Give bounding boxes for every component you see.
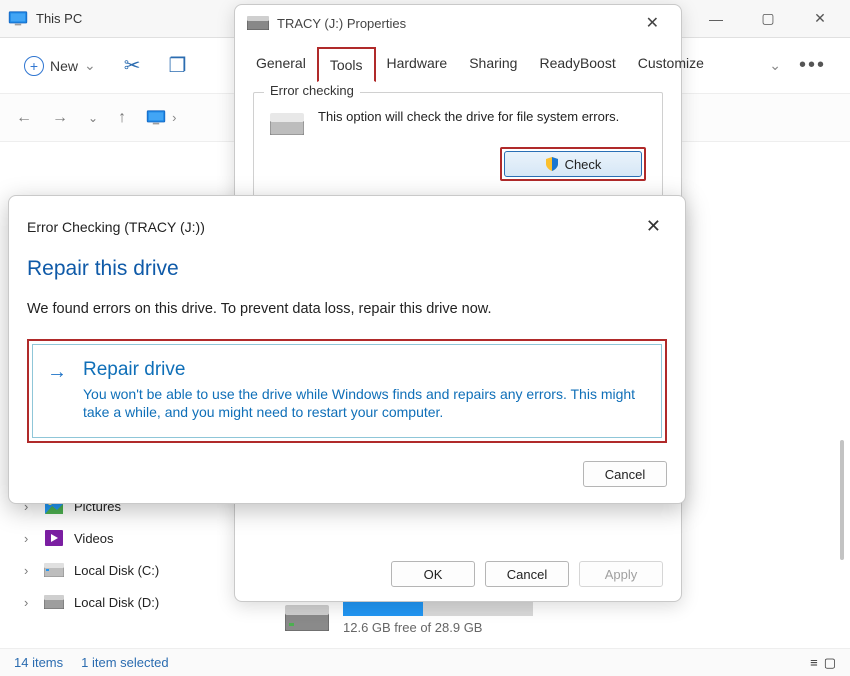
drive-free-text: 12.6 GB free of 28.9 GB	[343, 620, 533, 635]
error-checking-dialog: Error Checking (TRACY (J:)) ✕ Repair thi…	[8, 195, 686, 504]
group-label: Error checking	[264, 83, 360, 98]
back-button[interactable]: ←	[16, 109, 32, 127]
this-pc-icon	[8, 11, 28, 27]
drive-icon	[44, 562, 64, 578]
error-dialog-heading: Repair this drive	[27, 257, 667, 281]
shield-icon	[545, 157, 559, 171]
status-selected: 1 item selected	[81, 655, 168, 670]
close-button[interactable]: ✕	[640, 210, 667, 243]
tab-tools[interactable]: Tools	[317, 47, 376, 82]
tab-sharing[interactable]: Sharing	[458, 47, 528, 82]
address-pc-icon	[146, 110, 166, 126]
drive-list-item[interactable]: 12.6 GB free of 28.9 GB	[285, 600, 533, 635]
sidebar-item-videos[interactable]: › Videos	[0, 522, 200, 554]
chevron-history-icon[interactable]: ⌄	[88, 111, 98, 125]
error-dialog-message: We found errors on this drive. To preven…	[27, 301, 667, 317]
sidebar-item-label: Videos	[74, 531, 114, 546]
tab-hardware[interactable]: Hardware	[376, 47, 459, 82]
drive-icon	[285, 605, 329, 631]
tab-customize[interactable]: Customize	[627, 47, 715, 82]
drive-icon	[247, 16, 269, 30]
explorer-sidebar: › Pictures › Videos › Local Disk (C:) › …	[0, 490, 200, 618]
up-button[interactable]: ↑	[118, 109, 126, 127]
forward-button[interactable]: →	[52, 109, 68, 127]
cut-icon[interactable]: ✂	[124, 53, 141, 78]
sidebar-item-local-disk-d[interactable]: › Local Disk (D:)	[0, 586, 200, 618]
tab-general[interactable]: General	[245, 47, 317, 82]
sidebar-item-label: Local Disk (C:)	[74, 563, 159, 578]
details-view-icon[interactable]: ≡	[810, 655, 818, 671]
videos-icon	[44, 530, 64, 546]
explorer-statusbar: 14 items 1 item selected ≡ ▢	[0, 648, 850, 676]
cancel-button[interactable]: Cancel	[583, 461, 667, 487]
copy-icon[interactable]: ❐	[169, 53, 187, 78]
chevron-right-icon: ›	[24, 595, 34, 610]
cancel-button[interactable]: Cancel	[485, 561, 569, 587]
properties-title: TRACY (J:) Properties	[277, 16, 636, 31]
sidebar-item-local-disk-c[interactable]: › Local Disk (C:)	[0, 554, 200, 586]
tiles-view-icon[interactable]: ▢	[824, 655, 836, 671]
sort-chevron-icon[interactable]: ⌄	[769, 57, 781, 74]
error-dialog-title: Error Checking (TRACY (J:))	[27, 219, 640, 235]
repair-drive-option[interactable]: → Repair drive You won't be able to use …	[32, 344, 662, 438]
new-label: New	[50, 58, 78, 74]
breadcrumb-chevron-icon: ›	[172, 110, 176, 125]
maximize-button[interactable]: ▢	[746, 4, 790, 34]
sidebar-item-label: Local Disk (D:)	[74, 595, 159, 610]
ok-button[interactable]: OK	[391, 561, 475, 587]
drive-icon	[44, 594, 64, 610]
check-button-label: Check	[565, 157, 602, 172]
scrollbar[interactable]	[840, 440, 844, 560]
check-button-highlight: Check	[500, 147, 646, 181]
status-item-count: 14 items	[14, 655, 63, 670]
new-button[interactable]: + New ⌄	[24, 56, 96, 76]
error-checking-description: This option will check the drive for fil…	[318, 109, 646, 126]
arrow-right-icon: →	[47, 361, 69, 421]
repair-drive-title: Repair drive	[83, 359, 647, 381]
minimize-button[interactable]: —	[694, 4, 738, 34]
drive-check-icon	[270, 113, 304, 135]
plus-icon: +	[24, 56, 44, 76]
repair-drive-description: You won't be able to use the drive while…	[83, 385, 647, 421]
close-button[interactable]: ✕	[798, 4, 842, 34]
chevron-right-icon: ›	[24, 531, 34, 546]
properties-tabstrip: General Tools Hardware Sharing ReadyBoos…	[235, 41, 681, 82]
address-bar[interactable]: ›	[146, 110, 176, 126]
tab-readyboost[interactable]: ReadyBoost	[528, 47, 626, 82]
check-button[interactable]: Check	[504, 151, 642, 177]
repair-drive-highlight: → Repair drive You won't be able to use …	[27, 339, 667, 443]
error-checking-group: Error checking This option will check th…	[253, 92, 663, 198]
apply-button[interactable]: Apply	[579, 561, 663, 587]
drive-usage-meter: 12.6 GB free of 28.9 GB	[343, 600, 533, 635]
properties-footer: OK Cancel Apply	[235, 547, 681, 601]
chevron-right-icon: ›	[24, 563, 34, 578]
close-button[interactable]: ✕	[636, 9, 669, 37]
more-icon[interactable]: •••	[799, 54, 826, 77]
properties-titlebar: TRACY (J:) Properties ✕	[235, 5, 681, 41]
chevron-down-icon: ⌄	[84, 57, 96, 74]
